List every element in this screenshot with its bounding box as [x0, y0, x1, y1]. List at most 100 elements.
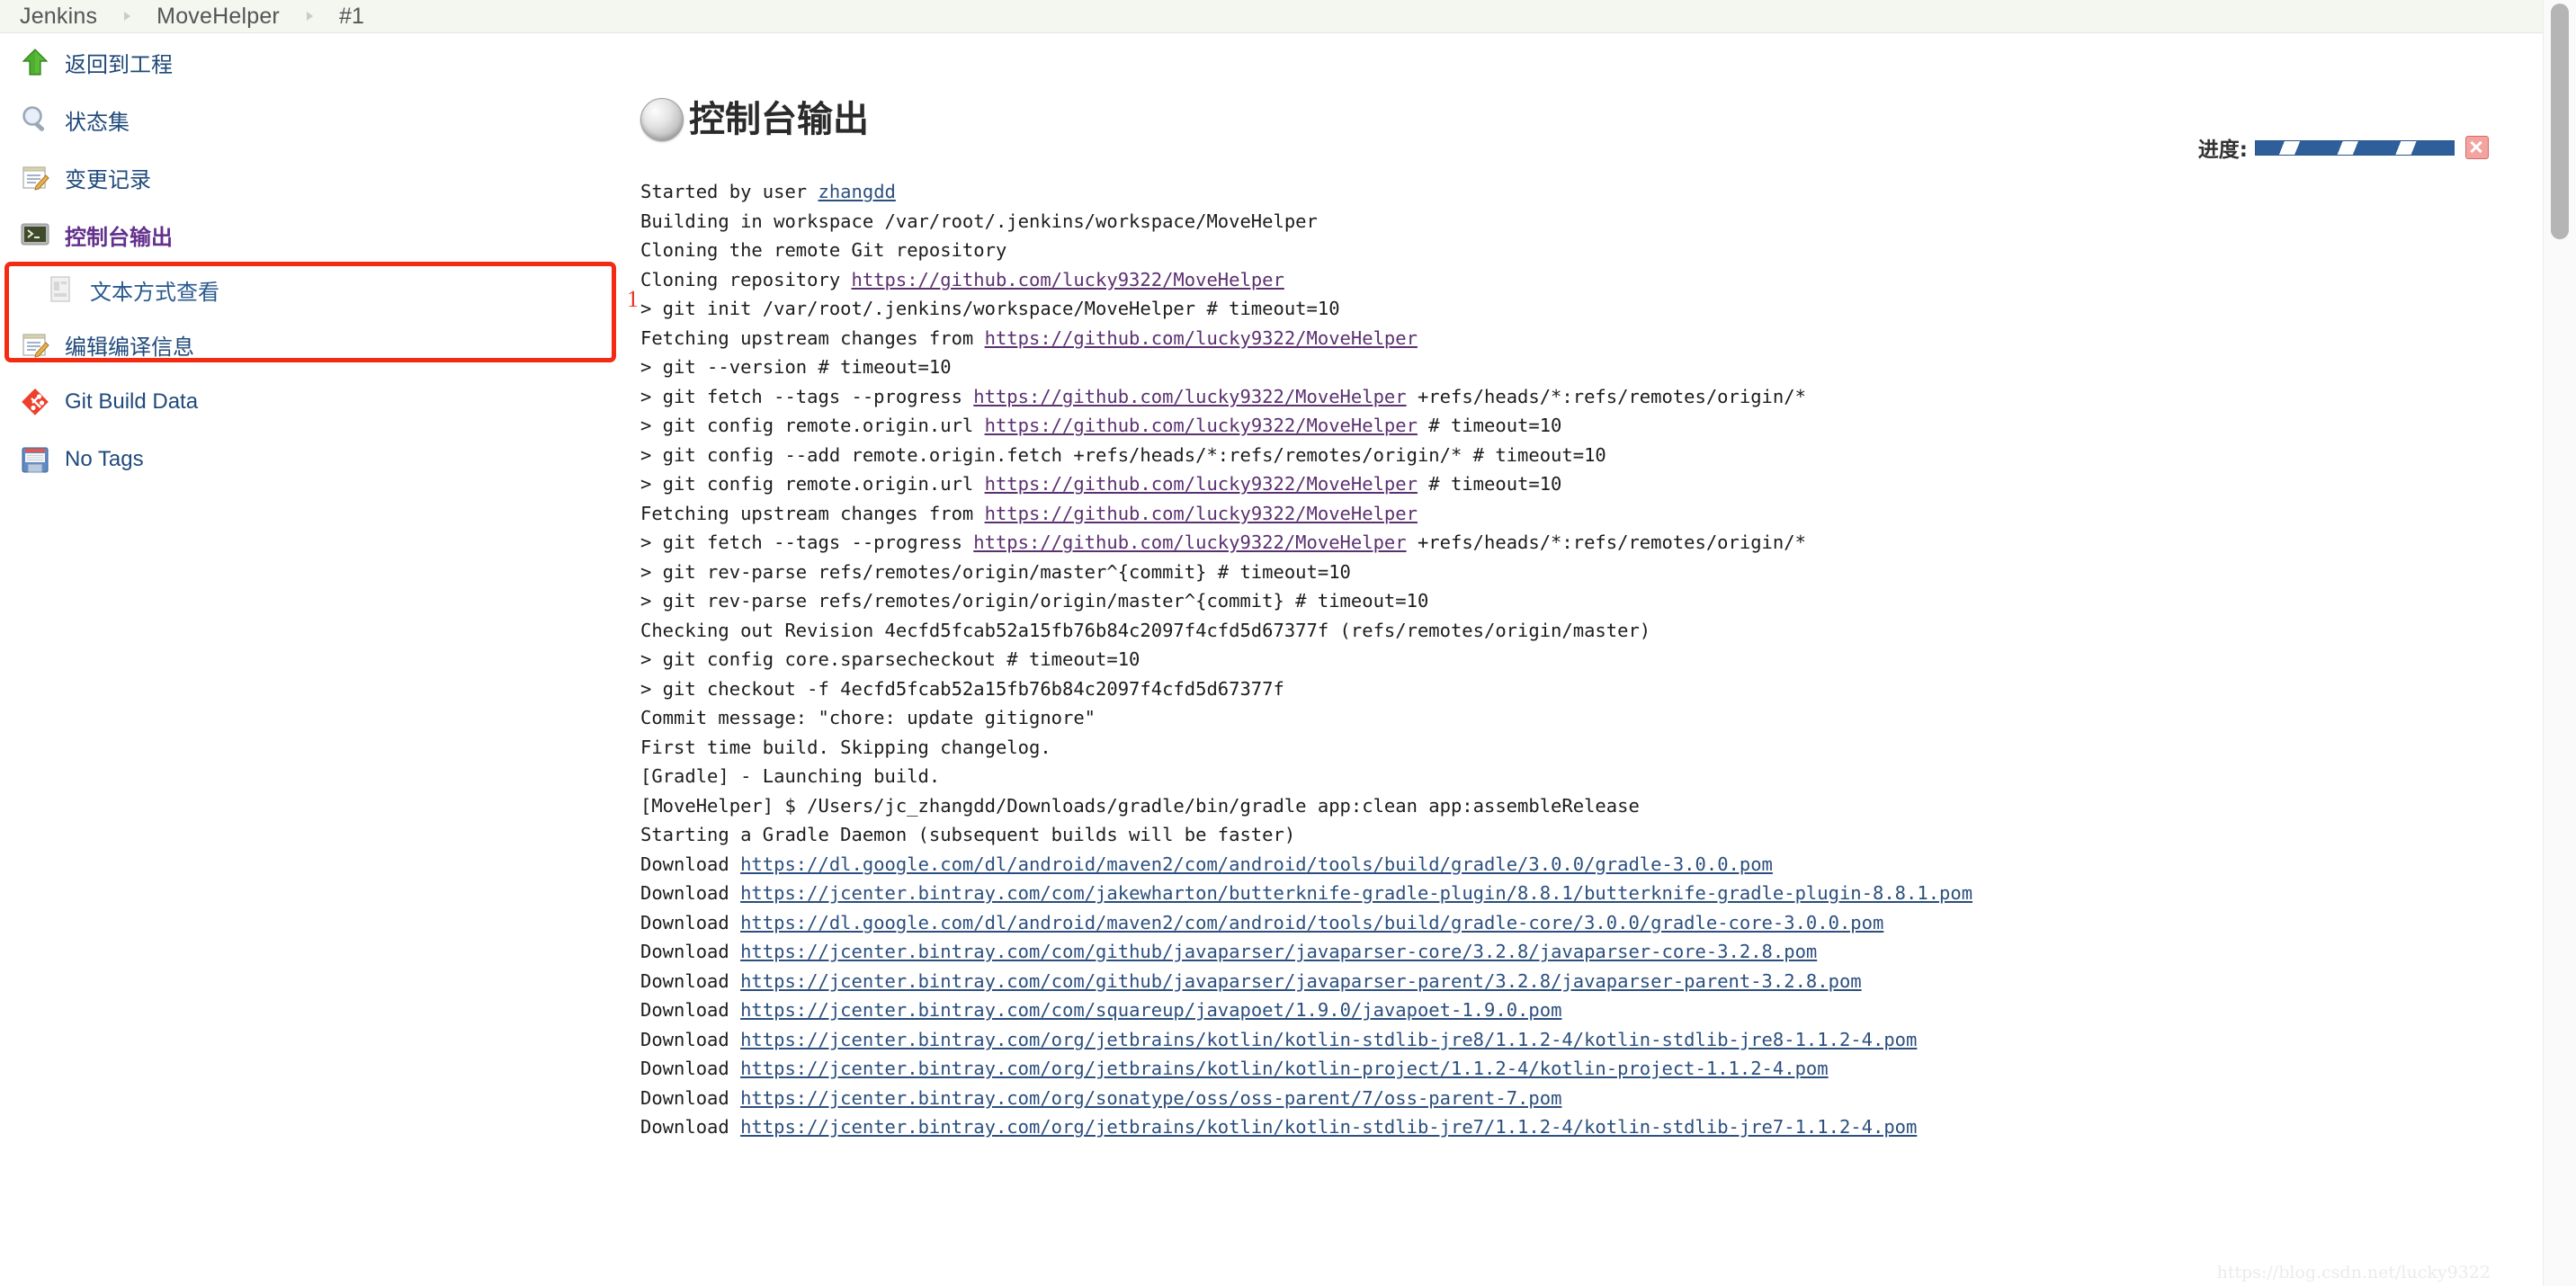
sidebar-item-edit-build-information[interactable]: 编辑编译信息 — [0, 316, 630, 373]
console-log-link[interactable]: https://github.com/lucky9322/MoveHelper — [985, 327, 1418, 349]
console-log-text: > git fetch --tags --progress — [640, 531, 974, 553]
console-log-line: > git checkout -f 4ecfd5fcab52a15fb76b84… — [640, 674, 2543, 704]
breadcrumb-item-movehelper[interactable]: MoveHelper — [157, 4, 280, 30]
sidebar-item-label: No Tags — [65, 447, 144, 471]
console-log-text: [Gradle] - Launching build. — [640, 765, 941, 787]
console-log-text: Commit message: "chore: update gitignore… — [640, 707, 1096, 728]
console-log-link[interactable]: https://jcenter.bintray.com/com/squareup… — [740, 999, 1561, 1021]
console-log-text: Download — [640, 1028, 741, 1050]
console-log-line: First time build. Skipping changelog. — [640, 733, 2543, 763]
sidebar-item-label: 状态集 — [65, 109, 130, 135]
console-log-line: > git init /var/root/.jenkins/workspace/… — [640, 294, 2543, 324]
console-log-link[interactable]: https://jcenter.bintray.com/com/github/j… — [740, 970, 1862, 992]
console-log-link[interactable]: https://jcenter.bintray.com/com/jakewhar… — [740, 882, 1972, 904]
console-log-line: Download https://jcenter.bintray.com/com… — [640, 879, 2543, 908]
document-icon — [47, 274, 74, 305]
sidebar-item-changes[interactable]: 变更记录 — [0, 148, 630, 206]
console-log-text: > git config remote.origin.url — [640, 473, 985, 495]
breadcrumb-item-build-number[interactable]: #1 — [339, 4, 364, 30]
console-log-text: > git rev-parse refs/remotes/origin/mast… — [640, 560, 1351, 583]
console-log-link[interactable]: https://jcenter.bintray.com/org/jetbrain… — [740, 1058, 1829, 1079]
build-progress: 进度: — [2198, 132, 2489, 163]
sidebar-item-status[interactable]: 状态集 — [0, 91, 630, 148]
cancel-build-button[interactable] — [2465, 136, 2489, 159]
console-log-line: [MoveHelper] $ /Users/jc_zhangdd/Downloa… — [640, 791, 2543, 821]
console-log-line: Cloning repository https://github.com/lu… — [640, 265, 2543, 295]
console-log-line: > git fetch --tags --progress https://gi… — [640, 382, 2543, 412]
console-log-line: Download https://jcenter.bintray.com/org… — [640, 1025, 2543, 1055]
console-log-link[interactable]: https://github.com/lucky9322/MoveHelper — [852, 269, 1284, 290]
console-log-link[interactable]: https://dl.google.com/dl/android/maven2/… — [740, 912, 1883, 933]
console-log-line: > git fetch --tags --progress https://gi… — [640, 528, 2543, 558]
console-log-text: > git rev-parse refs/remotes/origin/orig… — [640, 590, 1429, 612]
console-log-link[interactable]: https://jcenter.bintray.com/org/jetbrain… — [740, 1116, 1917, 1138]
watermark-text: https://blog.csdn.net/lucky9322 — [2216, 1263, 2491, 1282]
console-log-line: Commit message: "chore: update gitignore… — [640, 703, 2543, 733]
sidebar-item-view-as-plain-text[interactable]: 文本方式查看 — [0, 263, 630, 316]
console-log-line: Download https://jcenter.bintray.com/org… — [640, 1112, 2543, 1142]
console-log-link[interactable]: https://github.com/lucky9322/MoveHelper — [985, 415, 1418, 436]
console-log-text: > git config core.sparsecheckout # timeo… — [640, 648, 1140, 670]
chevron-right-icon — [303, 10, 316, 22]
console-log-text: Download — [640, 999, 741, 1021]
scrollbar-thumb[interactable] — [2551, 4, 2569, 239]
console-log-text: > git init /var/root/.jenkins/workspace/… — [640, 298, 1340, 319]
breadcrumb-item-jenkins[interactable]: Jenkins — [20, 4, 97, 30]
progress-bar — [2255, 139, 2455, 156]
console-log-link[interactable]: https://github.com/lucky9322/MoveHelper — [973, 531, 1406, 553]
console-log-text: +refs/heads/*:refs/remotes/origin/* — [1406, 385, 1806, 407]
sidebar-item-back-to-project[interactable]: 返回到工程 — [0, 33, 630, 91]
console-log-line: Checking out Revision 4ecfd5fcab52a15fb7… — [640, 616, 2543, 646]
floppy-disk-icon — [20, 444, 50, 475]
chevron-right-icon — [121, 10, 133, 22]
sidebar-item-label: 编辑编译信息 — [65, 334, 194, 360]
console-log-line: Fetching upstream changes from https://g… — [640, 499, 2543, 529]
console-log-text: +refs/heads/*:refs/remotes/origin/* — [1406, 531, 1806, 553]
sidebar-item-git-build-data[interactable]: Git Build Data — [0, 373, 630, 431]
git-icon — [20, 387, 50, 417]
console-log-text: Download — [640, 1086, 741, 1109]
console-log-text: > git checkout -f 4ecfd5fcab52a15fb76b84… — [640, 677, 1284, 700]
console-log-text: > git config --add remote.origin.fetch +… — [640, 443, 1606, 466]
console-log-text: > git fetch --tags --progress — [640, 385, 974, 407]
console-log-text: Download — [640, 1058, 741, 1079]
console-log-line: > git config remote.origin.url https://g… — [640, 411, 2543, 441]
console-log-link[interactable]: https://jcenter.bintray.com/org/jetbrain… — [740, 1029, 1917, 1050]
console-log-line: > git rev-parse refs/remotes/origin/mast… — [640, 558, 2543, 587]
console-header: 控制台输出 — [640, 33, 2543, 141]
sidebar-item-label: Git Build Data — [65, 389, 199, 414]
console-log-line: Download https://jcenter.bintray.com/com… — [640, 996, 2543, 1025]
console-output-log: Started by user zhangdd Building in works… — [640, 177, 2543, 1142]
console-log-line: Starting a Gradle Daemon (subsequent bui… — [640, 820, 2543, 850]
console-log-link[interactable]: https://github.com/lucky9322/MoveHelper — [985, 473, 1418, 495]
console-log-link[interactable]: zhangdd — [818, 181, 895, 202]
grey-ball-in-progress-icon — [640, 98, 684, 141]
console-log-link[interactable]: https://github.com/lucky9322/MoveHelper — [985, 503, 1418, 524]
sidebar: 返回到工程 状态集 变更记录 控制台输出 文本方式查看 编辑编译信息 Git B… — [0, 33, 630, 488]
console-log-text: [MoveHelper] $ /Users/jc_zhangdd/Downloa… — [640, 794, 1640, 817]
console-log-text: Fetching upstream changes from — [640, 326, 985, 349]
magnifier-icon — [20, 104, 50, 135]
console-log-line: Download https://jcenter.bintray.com/org… — [640, 1084, 2543, 1113]
console-log-line: Fetching upstream changes from https://g… — [640, 324, 2543, 353]
console-log-line: Download https://dl.google.com/dl/androi… — [640, 850, 2543, 880]
console-log-line: Download https://dl.google.com/dl/androi… — [640, 908, 2543, 938]
console-log-text: > git config remote.origin.url — [640, 415, 985, 436]
console-log-text: # timeout=10 — [1417, 473, 1562, 495]
up-arrow-icon — [20, 47, 50, 77]
console-log-link[interactable]: https://dl.google.com/dl/android/maven2/… — [740, 853, 1773, 875]
sidebar-item-console-output[interactable]: 控制台输出 — [0, 206, 630, 263]
sidebar-item-label: 文本方式查看 — [90, 279, 219, 305]
console-log-line: > git config --add remote.origin.fetch +… — [640, 441, 2543, 470]
sidebar-item-no-tags[interactable]: No Tags — [0, 431, 630, 488]
annotation-number-marker: 1 — [627, 286, 639, 312]
console-log-text: Download — [640, 911, 741, 933]
console-log-text: Download — [640, 1116, 741, 1138]
console-log-link[interactable]: https://jcenter.bintray.com/org/sonatype… — [740, 1087, 1561, 1109]
console-log-link[interactable]: https://github.com/lucky9322/MoveHelper — [973, 386, 1406, 407]
page-scrollbar[interactable] — [2543, 0, 2576, 1286]
console-log-line: Building in workspace /var/root/.jenkins… — [640, 207, 2543, 237]
console-log-line: Download https://jcenter.bintray.com/com… — [640, 937, 2543, 967]
console-log-text: Starting a Gradle Daemon (subsequent bui… — [640, 824, 1296, 845]
console-log-link[interactable]: https://jcenter.bintray.com/com/github/j… — [740, 941, 1817, 962]
